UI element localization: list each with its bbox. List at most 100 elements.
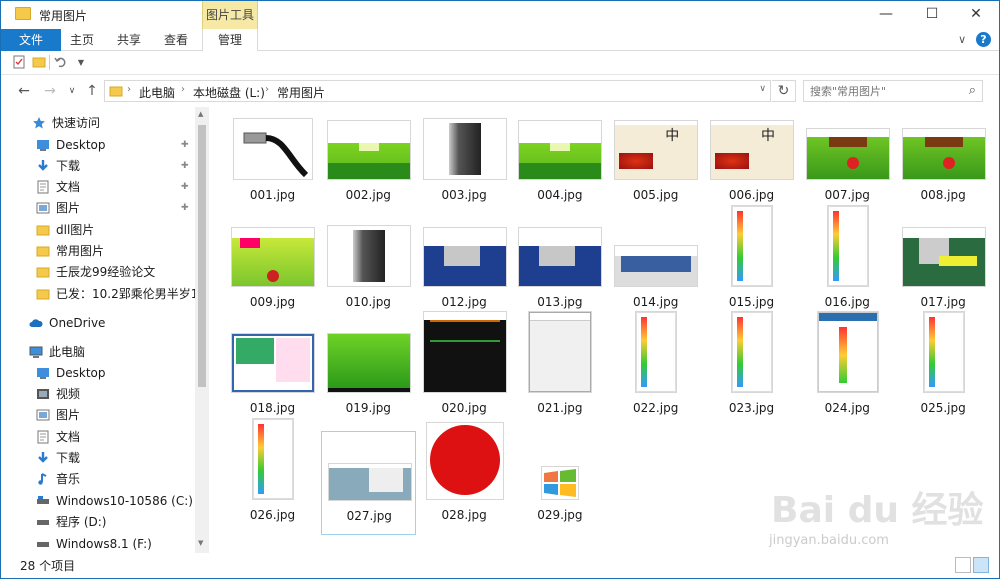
folder-icon bbox=[36, 244, 50, 258]
folder-icon bbox=[109, 86, 123, 97]
help-icon[interactable]: ? bbox=[976, 32, 991, 47]
search-input[interactable] bbox=[804, 81, 954, 101]
file-tile[interactable]: 024.jpg bbox=[800, 312, 895, 428]
file-tile[interactable]: 中 006.jpg bbox=[704, 111, 799, 215]
thumbnail-image bbox=[732, 205, 772, 286]
file-tile[interactable]: 003.jpg bbox=[417, 111, 512, 215]
file-tile[interactable]: 022.jpg bbox=[608, 312, 703, 428]
maximize-button[interactable]: ☐ bbox=[909, 1, 955, 29]
tab-file[interactable]: 文件 bbox=[1, 29, 61, 51]
file-tile[interactable]: 004.jpg bbox=[512, 111, 607, 215]
file-name: 022.jpg bbox=[633, 401, 679, 415]
thumbnail-image bbox=[923, 312, 964, 392]
ribbon-tab-row: 文件 主页 共享 查看 管理 ∨ ? bbox=[1, 29, 999, 51]
pin-icon[interactable]: ✚ bbox=[181, 161, 189, 171]
thumbnail-image bbox=[327, 226, 410, 286]
file-tile[interactable]: 中 005.jpg bbox=[608, 111, 703, 215]
thumbnail-image bbox=[327, 121, 410, 179]
file-tile[interactable]: 012.jpg bbox=[417, 218, 512, 322]
thumbnail-image bbox=[519, 228, 602, 286]
details-view-button[interactable] bbox=[955, 557, 971, 573]
pin-icon[interactable]: ✚ bbox=[181, 203, 189, 213]
undo-icon[interactable] bbox=[53, 55, 69, 71]
folder-icon bbox=[36, 265, 50, 279]
file-name: 007.jpg bbox=[824, 188, 870, 202]
file-name: 004.jpg bbox=[537, 188, 583, 202]
document-icon bbox=[36, 430, 50, 444]
customize-toolbar-icon[interactable]: ▼ bbox=[73, 55, 89, 71]
refresh-button[interactable]: ↻ bbox=[772, 80, 796, 102]
file-tile[interactable]: 023.jpg bbox=[704, 312, 799, 428]
thumbnail-image bbox=[423, 228, 506, 286]
file-tile[interactable]: 010.jpg bbox=[321, 218, 416, 322]
nav-scrollbar[interactable]: ▲ ▼ bbox=[195, 107, 209, 553]
file-tile[interactable]: 020.jpg bbox=[417, 320, 512, 428]
video-icon bbox=[36, 387, 50, 401]
scrollbar-thumb[interactable] bbox=[198, 125, 206, 387]
forward-button[interactable]: → bbox=[41, 82, 59, 100]
file-tile[interactable]: 016.jpg bbox=[800, 205, 895, 322]
back-button[interactable]: ← bbox=[15, 82, 33, 100]
thumbnail-image bbox=[232, 334, 314, 392]
tab-view[interactable]: 查看 bbox=[158, 29, 194, 51]
thumbnail-image bbox=[902, 228, 985, 286]
file-tile[interactable]: 026.jpg bbox=[225, 418, 320, 535]
file-tile[interactable]: 028.jpg bbox=[417, 424, 512, 535]
window-title: 常用图片 bbox=[39, 9, 88, 23]
pin-icon[interactable]: ✚ bbox=[181, 140, 189, 150]
breadcrumb-this-pc[interactable]: 此电脑 bbox=[139, 84, 175, 101]
file-tile[interactable]: 009.jpg bbox=[225, 218, 320, 322]
file-name: 015.jpg bbox=[728, 294, 775, 309]
file-tile[interactable]: 002.jpg bbox=[321, 111, 416, 215]
file-name: 023.jpg bbox=[728, 401, 775, 415]
file-tile[interactable]: 007.jpg bbox=[800, 111, 895, 215]
thumbnail-image bbox=[519, 121, 602, 179]
title-bar: 常用图片 图片工具 — ☐ ✕ bbox=[1, 1, 999, 29]
search-icon[interactable]: ⌕ bbox=[969, 83, 976, 98]
thumbnail-image bbox=[327, 334, 410, 392]
expand-ribbon-icon[interactable]: ∨ bbox=[958, 33, 966, 46]
large-icons-view-button[interactable] bbox=[973, 557, 989, 573]
file-tile[interactable]: 015.jpg bbox=[704, 205, 799, 322]
tab-home[interactable]: 主页 bbox=[63, 29, 101, 51]
scroll-down-icon[interactable]: ▼ bbox=[198, 539, 203, 547]
file-name: 028.jpg bbox=[441, 507, 487, 522]
address-bar[interactable]: › 此电脑 › 本地磁盘 (L:) › 常用图片 ∨ bbox=[104, 80, 771, 102]
nav-folder-published[interactable]: 已发：10.2郢乘伦男半岁10.2 bbox=[36, 284, 195, 305]
thumbnail-image: 中 bbox=[615, 121, 698, 179]
file-tile[interactable]: 014.jpg bbox=[608, 218, 703, 322]
breadcrumb-drive-l[interactable]: 本地磁盘 (L:) bbox=[193, 84, 265, 101]
file-tile[interactable]: 018.jpg bbox=[225, 324, 320, 428]
tab-manage[interactable]: 管理 bbox=[202, 29, 258, 51]
scroll-up-icon[interactable]: ▲ bbox=[198, 110, 203, 118]
download-icon bbox=[36, 159, 50, 173]
close-button[interactable]: ✕ bbox=[953, 1, 999, 29]
file-name: 014.jpg bbox=[633, 294, 679, 309]
file-tile[interactable]: 008.jpg bbox=[896, 111, 991, 215]
pin-icon[interactable]: ✚ bbox=[181, 182, 189, 192]
file-tile[interactable]: 027.jpg bbox=[320, 430, 416, 535]
file-tile[interactable]: 001.jpg bbox=[225, 111, 320, 215]
picture-tools-header: 图片工具 bbox=[202, 1, 258, 29]
thumbnail-image bbox=[426, 423, 503, 499]
thumbnail-image bbox=[827, 205, 868, 286]
recent-locations-button[interactable]: ∨ bbox=[63, 82, 81, 100]
file-tile[interactable]: 019.jpg bbox=[321, 324, 416, 428]
file-tile[interactable]: 013.jpg bbox=[512, 218, 607, 322]
breadcrumb-current-folder[interactable]: 常用图片 bbox=[277, 84, 325, 101]
computer-icon bbox=[29, 345, 43, 359]
file-tile[interactable]: 021.jpg bbox=[512, 312, 607, 428]
tab-share[interactable]: 共享 bbox=[111, 29, 147, 51]
file-tile[interactable]: 029.jpg bbox=[512, 431, 607, 535]
properties-icon[interactable] bbox=[11, 55, 27, 71]
drive-icon bbox=[36, 515, 50, 529]
up-button[interactable]: ↑ bbox=[83, 82, 101, 100]
minimize-button[interactable]: — bbox=[863, 1, 909, 29]
address-row: ← → ∨ ↑ › 此电脑 › 本地磁盘 (L:) › 常用图片 ∨ ↻ ⌕ bbox=[1, 75, 999, 107]
quick-access-toolbar: ▼ bbox=[1, 51, 999, 75]
address-history-button[interactable]: ∨ bbox=[759, 84, 766, 94]
file-tile[interactable]: 017.jpg bbox=[896, 218, 991, 322]
breadcrumb-separator: › bbox=[127, 84, 131, 95]
file-tile[interactable]: 025.jpg bbox=[896, 312, 991, 428]
new-folder-icon[interactable] bbox=[31, 55, 47, 71]
